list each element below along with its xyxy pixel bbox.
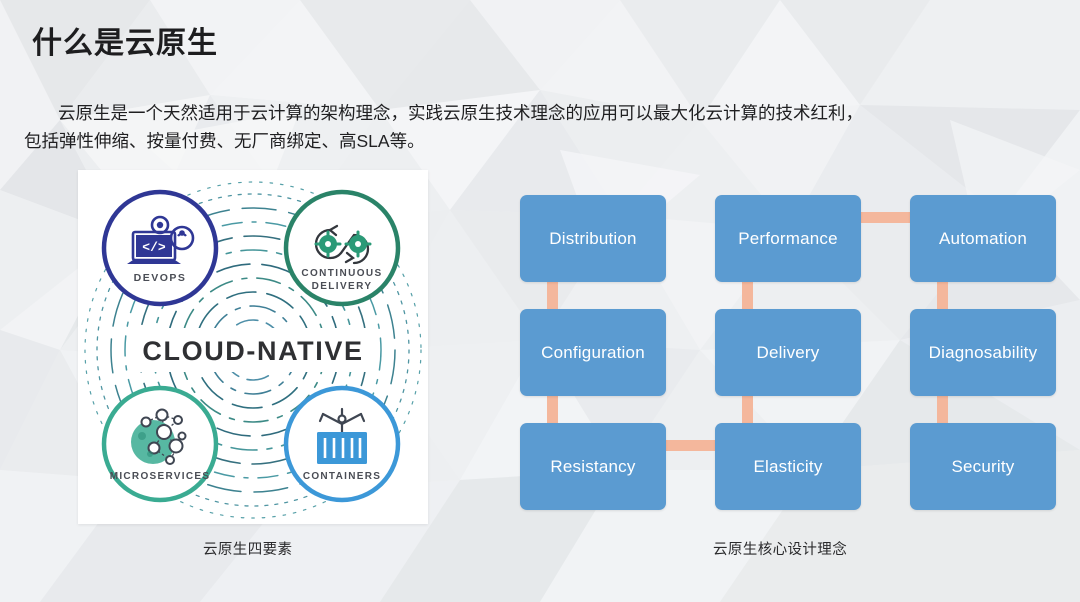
cloud-native-diagram: CLOUD-NATIVE </> DEVOPS CONTINUOUS DELIV… <box>78 170 428 524</box>
flow-box-label: Configuration <box>541 342 645 362</box>
cloud-native-diagram-panel: CLOUD-NATIVE </> DEVOPS CONTINUOUS DELIV… <box>78 170 428 524</box>
flow-box-performance[interactable]: Performance <box>715 195 861 282</box>
svg-text:</>: </> <box>142 240 166 255</box>
node-continuous-delivery: CONTINUOUS DELIVERY <box>283 189 401 307</box>
cloud-native-center-label: CLOUD-NATIVE <box>142 336 363 366</box>
node-label-containers: CONTAINERS <box>303 471 381 482</box>
body-line-1: 云原生是一个天然适用于云计算的架构理念，实践云原生技术理念的应用可以最大化云计算… <box>58 103 863 123</box>
connector-configuration-resistancy <box>547 391 558 427</box>
flow-box-configuration[interactable]: Configuration <box>520 309 666 396</box>
flow-box-delivery[interactable]: Delivery <box>715 309 861 396</box>
flow-box-label: Elasticity <box>753 456 823 476</box>
node-microservices: MICROSERVICES <box>101 385 219 503</box>
svg-text:DELIVERY: DELIVERY <box>312 281 373 292</box>
flow-box-label: Security <box>951 456 1015 476</box>
flow-box-distribution[interactable]: Distribution <box>520 195 666 282</box>
connector-delivery-elasticity <box>742 391 753 427</box>
flow-box-elasticity[interactable]: Elasticity <box>715 423 861 510</box>
node-devops: </> DEVOPS <box>101 189 219 307</box>
node-containers: CONTAINERS <box>283 385 401 503</box>
body-paragraph: 云原生是一个天然适用于云计算的架构理念，实践云原生技术理念的应用可以最大化云计算… <box>24 99 1056 156</box>
node-label-microservices: MICROSERVICES <box>110 471 211 482</box>
core-principles-diagram: Distribution Performance Automation Conf… <box>520 195 1056 510</box>
connector-performance-delivery <box>742 277 753 313</box>
flow-box-label: Performance <box>738 228 838 248</box>
flow-box-label: Automation <box>939 228 1027 248</box>
flow-box-label: Resistancy <box>550 456 636 476</box>
left-figure-caption: 云原生四要素 <box>203 542 293 558</box>
flow-box-label: Diagnosability <box>928 342 1038 362</box>
flow-box-label: Distribution <box>549 228 637 248</box>
flow-box-diagnosability[interactable]: Diagnosability <box>910 309 1056 396</box>
flow-box-resistancy[interactable]: Resistancy <box>520 423 666 510</box>
connector-distribution-configuration <box>547 277 558 313</box>
flow-box-security[interactable]: Security <box>910 423 1056 510</box>
body-line-2: 包括弹性伸缩、按量付费、无厂商绑定、高SLA等。 <box>24 131 425 152</box>
flow-box-automation[interactable]: Automation <box>910 195 1056 282</box>
connector-automation-diagnosability <box>937 277 948 313</box>
page-title: 什么是云原生 <box>32 27 218 60</box>
flow-box-label: Delivery <box>756 342 820 362</box>
connector-diagnosability-security <box>937 391 948 427</box>
right-figure-caption: 云原生核心设计理念 <box>713 542 848 558</box>
node-label-continuous-delivery: CONTINUOUS <box>301 268 382 279</box>
node-label-devops: DEVOPS <box>134 272 187 284</box>
